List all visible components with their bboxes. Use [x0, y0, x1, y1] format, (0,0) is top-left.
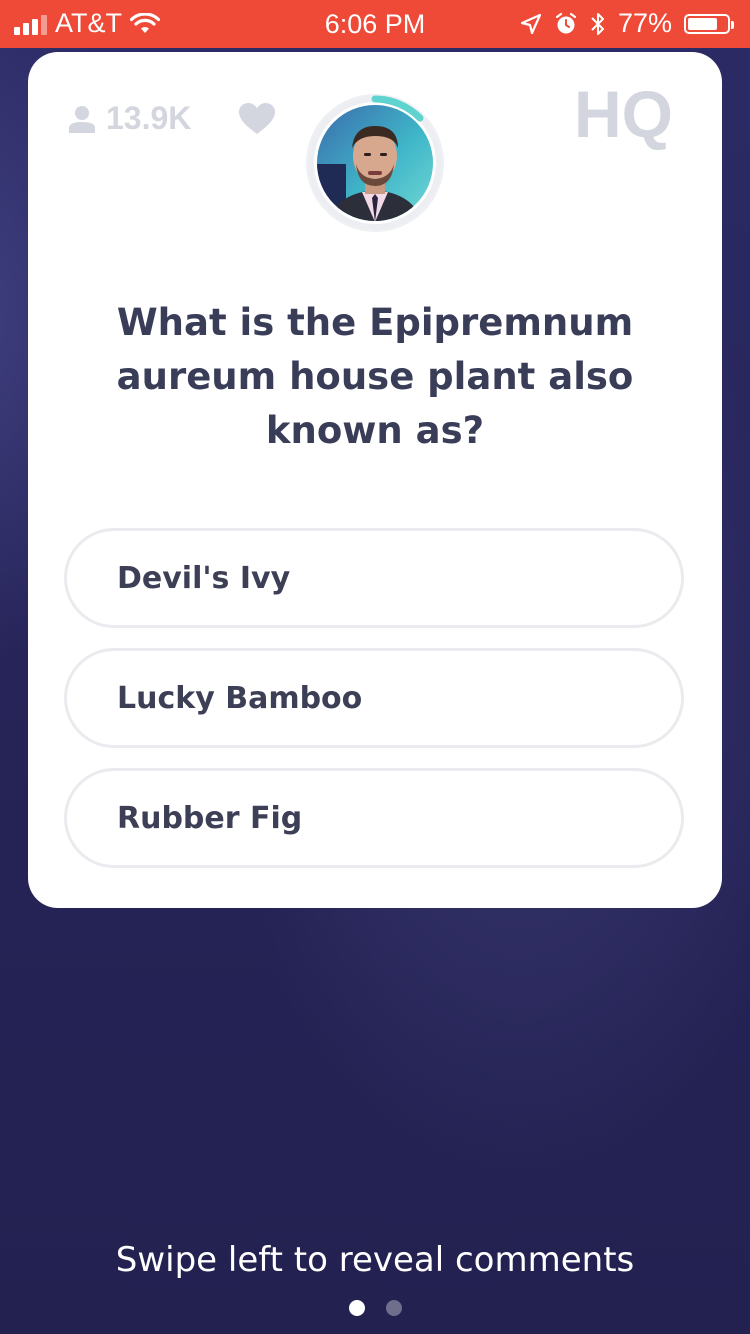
answer-option-1[interactable]: Devil's Ivy — [64, 528, 684, 628]
status-bar: AT&T 6:06 PM 77% — [0, 0, 750, 48]
status-right: 77% — [520, 8, 734, 39]
user-icon — [69, 105, 95, 133]
page-dot-1[interactable] — [348, 1300, 365, 1316]
heart-icon[interactable] — [238, 102, 276, 136]
swipe-hint: Swipe left to reveal comments — [115, 1240, 635, 1280]
answer-label: Rubber Fig — [117, 800, 303, 836]
question-card: 13.9K HQ What is the Epipremnum aureum h… — [28, 52, 722, 908]
page-dot-2[interactable] — [385, 1300, 402, 1316]
viewer-count: 13.9K — [68, 100, 191, 137]
battery-icon — [684, 13, 734, 34]
question-text: What is the Epipremnum aureum house plan… — [116, 301, 634, 452]
answer-label: Devil's Ivy — [117, 560, 291, 596]
hq-logo: HQ — [574, 82, 673, 151]
bluetooth-icon — [591, 12, 604, 35]
battery-fill — [688, 17, 717, 30]
svg-text:HQ: HQ — [574, 82, 673, 151]
host-avatar — [306, 94, 444, 232]
answer-label: Lucky Bamboo — [117, 680, 363, 716]
page-indicator[interactable] — [0, 1300, 750, 1316]
battery-percent: 77% — [617, 8, 672, 38]
answer-option-2[interactable]: Lucky Bamboo — [64, 648, 684, 748]
viewer-count-label: 13.9K — [106, 100, 192, 136]
alarm-icon — [555, 12, 577, 33]
answer-option-3[interactable]: Rubber Fig — [64, 768, 684, 868]
location-arrow-icon — [520, 13, 542, 34]
